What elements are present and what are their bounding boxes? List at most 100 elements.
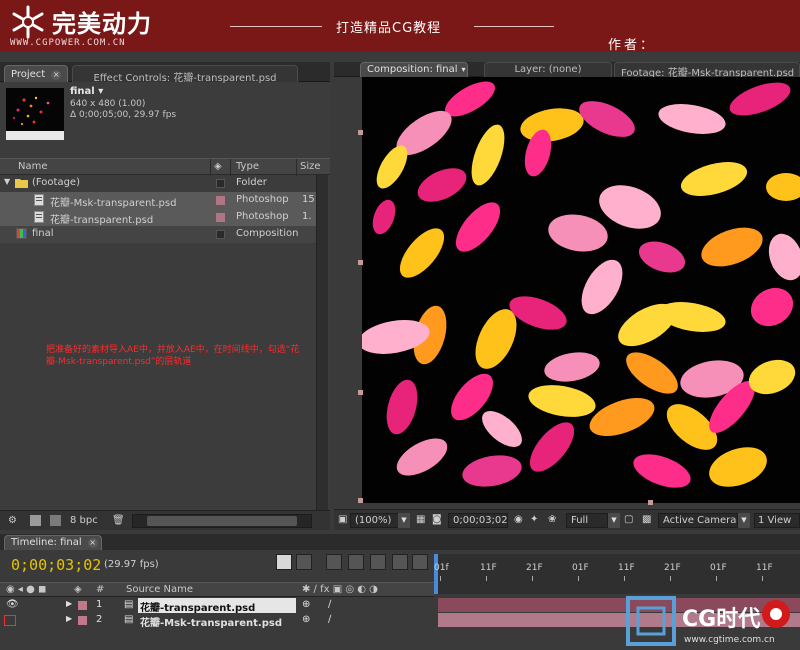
comp-tabbar: Composition: final ▾ Layer: (none) Footag… (334, 62, 800, 79)
av-features-icon[interactable]: ◉ ◂ ● ◼ (6, 584, 46, 595)
graph-editor-icon[interactable] (412, 554, 428, 570)
petal-shape (471, 124, 505, 186)
frame-blending-icon[interactable] (370, 554, 386, 570)
label-color-swatch[interactable] (216, 179, 225, 188)
tab-timeline-final[interactable]: Timeline: final × (4, 535, 102, 550)
column-name[interactable]: Name (18, 161, 48, 172)
layer-row-1[interactable]: 👁 ▶ 1 ▤ 花瓣-transparent.psd ⊕ ∕ (0, 598, 434, 614)
label-column-icon[interactable]: ◈ (74, 584, 82, 595)
label-column-icon[interactable]: ◈ (214, 161, 222, 172)
asset-duration: Δ 0;00;05;00, 29.97 fps (70, 110, 177, 120)
work-area-start[interactable] (434, 554, 438, 594)
brand-name: 完美动力 (52, 10, 152, 38)
draft-3d-icon[interactable] (326, 554, 342, 570)
chevron-down-icon[interactable]: ▼ (608, 513, 620, 528)
petal-shape (589, 397, 655, 437)
disclosure-triangle-icon[interactable]: ▼ (4, 177, 10, 186)
new-comp-icon[interactable] (50, 515, 61, 526)
view-layout-dropdown[interactable]: 1 View (754, 513, 800, 528)
label-color-swatch[interactable] (216, 213, 225, 222)
disclosure-triangle-icon[interactable]: ▶ (66, 614, 72, 623)
chevron-down-icon[interactable]: ▼ (398, 513, 410, 528)
layer-handle[interactable] (358, 390, 363, 395)
tab-project[interactable]: Project × (4, 65, 69, 82)
tab-footage[interactable]: Footage: 花瓣-Msk-transparent.psd (614, 62, 800, 79)
tab-layer[interactable]: Layer: (none) (484, 62, 612, 77)
project-footer: ⚙ 8 bpc 🗑 (0, 510, 330, 530)
label-color-swatch[interactable] (216, 230, 225, 239)
layer-handle[interactable] (358, 498, 363, 503)
project-panel: Project × Effect Controls: 花瓣-transparent… (0, 62, 330, 530)
region-of-interest-icon[interactable]: ▢ (624, 514, 633, 525)
column-source-name[interactable]: Source Name (126, 584, 193, 595)
column-size[interactable]: Size (300, 161, 321, 172)
close-icon[interactable]: × (51, 70, 62, 80)
always-preview-icon[interactable]: ▣ (338, 514, 347, 525)
psd-file-icon (34, 211, 44, 226)
color-channel-icon[interactable]: ❀ (548, 514, 556, 525)
layer-switch-icon[interactable]: ⊕ (302, 599, 310, 610)
disclosure-triangle-icon[interactable]: ▶ (66, 599, 72, 608)
tutorial-note: 把准备好的素材导入AE中，并放入AE中，在时间线中，勾选“花瓣-Msk-tran… (46, 345, 300, 367)
label-color-swatch[interactable] (216, 196, 225, 205)
viewer-footer: ▣ (100%) ▼ ▦ ◙ 0;00;03;02 ◉ ✦ ❀ Full ▼ ▢… (334, 509, 800, 530)
petal-shape (638, 241, 686, 273)
transparency-grid-icon[interactable]: ▩ (642, 514, 651, 525)
timeline-timecode[interactable]: 0;00;03;02 (11, 556, 101, 574)
petal-shape (709, 447, 767, 487)
project-item-transparent-psd[interactable]: 花瓣-transparent.psd Photoshop 1. (0, 209, 316, 226)
camera-snapshot-icon[interactable]: ◙ (432, 514, 442, 525)
live-update-icon[interactable] (296, 554, 312, 570)
column-type[interactable]: Type (236, 161, 259, 172)
current-time-field[interactable]: 0;00;03;02 (448, 513, 508, 528)
project-item-footage-folder[interactable]: ▼ (Footage) Folder (0, 175, 316, 192)
motion-blur-icon[interactable] (392, 554, 408, 570)
magnification-dropdown[interactable]: (100%) (350, 513, 400, 528)
layer-handle[interactable] (648, 500, 653, 505)
chevron-down-icon[interactable]: ▾ (98, 86, 103, 97)
new-folder-icon[interactable] (30, 515, 41, 526)
tab-effect-controls[interactable]: Effect Controls: 花瓣-transparent.psd (72, 65, 298, 84)
project-item-final-comp[interactable]: final Composition (0, 226, 316, 243)
layer-switch-icon[interactable]: ⊕ (302, 614, 310, 625)
eye-icon[interactable]: 👁 (6, 599, 19, 610)
project-scrollbar[interactable] (316, 175, 328, 511)
quality-switch-icon[interactable]: ∕ (328, 614, 331, 625)
asset-name[interactable]: final ▾ (70, 86, 103, 97)
resolution-dropdown[interactable]: Full (566, 513, 608, 528)
chevron-down-icon[interactable]: ▼ (738, 513, 750, 528)
brand-url[interactable]: WWW.CGPOWER.COM.CN (10, 38, 126, 48)
interpret-footage-icon[interactable]: ⚙ (8, 515, 19, 526)
bit-depth-button[interactable]: 8 bpc (70, 515, 98, 526)
layer-switches-icon[interactable]: ✱ ∕ fx ▣ ◎ ◐ ◑ (302, 584, 378, 595)
time-ruler[interactable]: 01f 11F 21F 01F 11F 21F 01F 11F (434, 554, 800, 594)
show-snapshot-icon[interactable]: ✦ (530, 514, 538, 525)
comp-mini-flowchart-icon[interactable] (276, 554, 292, 570)
grid-icon[interactable]: ▦ (416, 514, 425, 525)
layer-label-color[interactable] (78, 601, 87, 610)
scrollbar-thumb[interactable] (147, 516, 297, 526)
column-index[interactable]: # (96, 584, 104, 595)
petal-shape (633, 454, 691, 488)
layer-name-field[interactable]: 花瓣-transparent.psd (138, 598, 296, 614)
layer-label-color[interactable] (78, 616, 87, 625)
banner-rule-right (474, 26, 554, 27)
layer-row-2[interactable]: ▶ 2 ▤ 花瓣-Msk-transparent.psd ⊕ ∕ (0, 613, 434, 629)
snapshot-icon[interactable]: ◉ (514, 514, 523, 525)
folder-icon (15, 177, 28, 191)
petal-shape (766, 173, 800, 201)
quality-switch-icon[interactable]: ∕ (328, 599, 331, 610)
layer-handle[interactable] (358, 130, 363, 135)
hide-shy-layers-icon[interactable] (348, 554, 364, 570)
project-hscrollbar[interactable] (132, 514, 312, 528)
close-icon[interactable]: × (87, 538, 98, 548)
trash-icon[interactable]: 🗑 (112, 515, 125, 526)
layer-handle[interactable] (358, 260, 363, 265)
project-item-msk-psd[interactable]: 花瓣-Msk-transparent.psd Photoshop 15 (0, 192, 316, 209)
tab-composition-final[interactable]: Composition: final ▾ (360, 62, 468, 77)
composition-viewer[interactable] (362, 77, 800, 503)
camera-dropdown[interactable]: Active Camera (658, 513, 738, 528)
chevron-down-icon[interactable]: ▾ (462, 65, 466, 74)
petal-shape (417, 168, 467, 202)
video-switch-highlight[interactable] (4, 615, 16, 626)
